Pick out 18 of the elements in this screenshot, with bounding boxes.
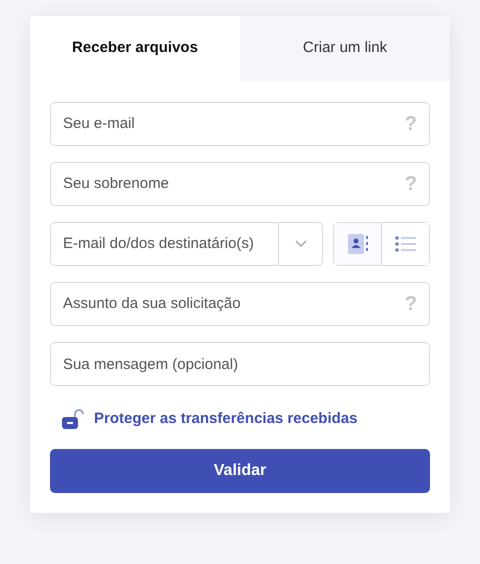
text-field[interactable]: Assunto da sua solicitação ? bbox=[50, 282, 430, 326]
list-icon bbox=[394, 235, 416, 253]
unlocked-padlock-icon bbox=[62, 409, 84, 430]
tab[interactable]: Criar um link bbox=[240, 16, 450, 81]
tab[interactable]: Receber arquivos bbox=[30, 16, 240, 81]
dropdown-button[interactable] bbox=[279, 222, 323, 266]
protect-transfers-link[interactable]: Proteger as transferências recebidas bbox=[94, 408, 358, 430]
validate-button[interactable]: Validar bbox=[50, 448, 430, 492]
help-icon[interactable]: ? bbox=[404, 289, 417, 319]
chevron-down-icon bbox=[294, 240, 306, 248]
contacts-button[interactable] bbox=[334, 223, 381, 265]
text-field[interactable]: Sua mensagem (opcional) bbox=[50, 342, 430, 386]
recipient-field[interactable]: E-mail do/dos destinatário(s) bbox=[50, 222, 279, 266]
help-icon[interactable]: ? bbox=[404, 109, 417, 139]
contact-book-icon bbox=[346, 233, 368, 255]
text-field[interactable]: Seu e-mail ? bbox=[50, 102, 430, 146]
help-icon[interactable]: ? bbox=[404, 169, 417, 199]
text-field[interactable]: Seu sobrenome ? bbox=[50, 162, 430, 206]
